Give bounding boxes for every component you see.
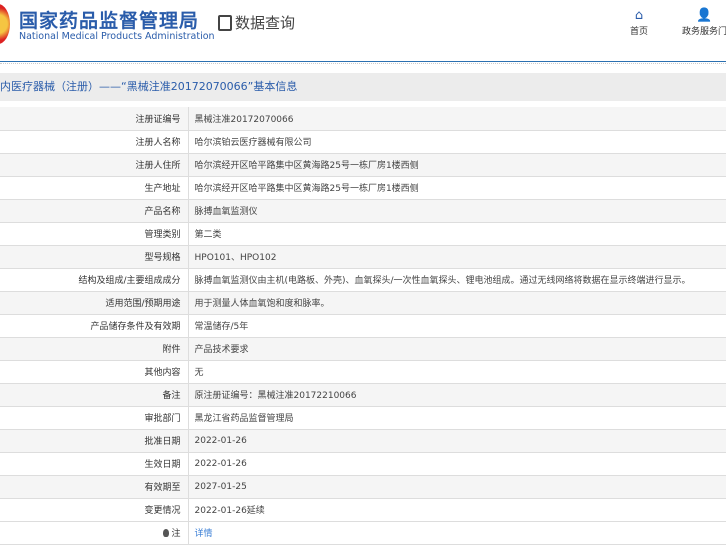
field-label: 批准日期	[0, 429, 189, 453]
field-label: 生产地址	[0, 176, 189, 200]
header-divider	[0, 61, 726, 64]
field-value: 用于测量人体血氧饱和度和脉率。	[188, 291, 726, 315]
table-row: 结构及组成/主要组成成分 脉搏血氧监测仪由主机(电路板、外壳)、血氧探头/一次性血…	[0, 268, 726, 292]
nav-label: 首页	[630, 27, 649, 37]
field-value: 常温储存/5年	[188, 314, 726, 338]
logo-title-en[interactable]: National Medical Products Administration	[19, 31, 215, 42]
data-query-heading: 数据查询	[218, 12, 295, 33]
field-label: 备注	[0, 383, 189, 407]
field-label: 注	[0, 521, 189, 545]
field-label: 适用范围/预期用途	[0, 291, 189, 315]
field-value: 2022-01-26延续	[188, 498, 726, 522]
table-row: 审批部门 黑龙江省药品监督管理局	[0, 406, 726, 430]
field-value: 脉搏血氧监测仪由主机(电路板、外壳)、血氧探头/一次性血氧探头、锂电池组成。通过…	[188, 268, 726, 292]
field-value: 详情	[188, 521, 726, 545]
table-row: 批准日期 2022-01-26	[0, 429, 726, 453]
info-table: 注册证编号 黑械注准20172070066 注册人名称 哈尔滨铂云医疗器械有限公司 注册…	[0, 107, 726, 545]
table-row: 备注 原注册证编号：黑械注准20172210066	[0, 383, 726, 407]
field-value: 2022-01-26	[188, 452, 726, 476]
field-label: 注册人住所	[0, 153, 189, 177]
field-value: 2027-01-25	[188, 475, 726, 499]
table-row: 有效期至 2027-01-25	[0, 475, 726, 499]
section-label: 数据查询	[235, 14, 296, 32]
table-row: 产品名称 脉搏血氧监测仪	[0, 199, 726, 223]
field-label: 产品储存条件及有效期	[0, 314, 189, 338]
field-value: 脉搏血氧监测仪	[188, 199, 726, 223]
nav-services[interactable]: 👤 政务服务门	[682, 8, 726, 37]
home-icon: ⌂	[634, 8, 644, 23]
field-value: 原注册证编号：黑械注准20172210066	[188, 383, 726, 407]
table-row: 注册证编号 黑械注准20172070066	[0, 107, 726, 131]
field-label: 生效日期	[0, 452, 189, 476]
lightbulb-icon	[163, 529, 170, 537]
field-label: 变更情况	[0, 498, 189, 522]
field-value: 黑龙江省药品监督管理局	[188, 406, 726, 430]
table-row-note: 注 详情	[0, 521, 726, 545]
logo-title-cn[interactable]: 国家药品监督管理局	[19, 6, 199, 33]
field-value: 产品技术要求	[188, 337, 726, 361]
site-header: 国家药品监督管理局 National Medical Products Admi…	[0, 0, 726, 62]
note-label: 注	[171, 529, 181, 539]
field-label: 其他内容	[0, 360, 189, 384]
field-label: 审批部门	[0, 406, 189, 430]
field-label: 型号规格	[0, 245, 189, 269]
national-emblem-logo	[0, 4, 10, 44]
field-label: 注册人名称	[0, 130, 189, 154]
table-row: 变更情况 2022-01-26延续	[0, 498, 726, 522]
field-value: 黑械注准20172070066	[188, 107, 726, 131]
table-row: 其他内容无	[0, 360, 726, 384]
nav-home[interactable]: ⌂ 首页	[630, 8, 648, 37]
field-label: 有效期至	[0, 475, 189, 499]
user-icon: 👤	[696, 8, 713, 23]
field-value: 无	[188, 360, 726, 384]
table-row: 注册人住所 哈尔滨经开区哈平路集中区黄海路25号一栋厂房1楼西侧	[0, 153, 726, 177]
field-label: 产品名称	[0, 199, 189, 223]
field-label: 结构及组成/主要组成成分	[0, 268, 189, 292]
table-row: 注册人名称 哈尔滨铂云医疗器械有限公司	[0, 130, 726, 154]
table-row: 适用范围/预期用途 用于测量人体血氧饱和度和脉率。	[0, 291, 726, 315]
field-label: 管理类别	[0, 222, 189, 246]
field-value: 哈尔滨经开区哈平路集中区黄海路25号一栋厂房1楼西侧	[188, 176, 726, 200]
details-link[interactable]: 详情	[195, 529, 213, 539]
field-label: 附件	[0, 337, 189, 361]
table-row: 附件 产品技术要求	[0, 337, 726, 361]
field-value: 哈尔滨铂云医疗器械有限公司	[188, 130, 726, 154]
nav-label: 政务服务门	[682, 27, 726, 37]
table-row: 管理类别 第二类	[0, 222, 726, 246]
field-value: HPO101、HPO102	[188, 245, 726, 269]
field-value: 哈尔滨经开区哈平路集中区黄海路25号一栋厂房1楼西侧	[188, 153, 726, 177]
field-value: 2022-01-26	[188, 429, 726, 453]
field-value: 第二类	[188, 222, 726, 246]
table-row: 产品储存条件及有效期 常温储存/5年	[0, 314, 726, 338]
document-search-icon	[218, 14, 232, 31]
table-row: 生效日期 2022-01-26	[0, 452, 726, 476]
table-row: 生产地址 哈尔滨经开区哈平路集中区黄海路25号一栋厂房1楼西侧	[0, 176, 726, 200]
table-row: 型号规格 HPO101、HPO102	[0, 245, 726, 269]
field-label: 注册证编号	[0, 107, 189, 131]
page-title: 内医疗器械（注册）——“黑械注准20172070066”基本信息	[0, 73, 726, 101]
